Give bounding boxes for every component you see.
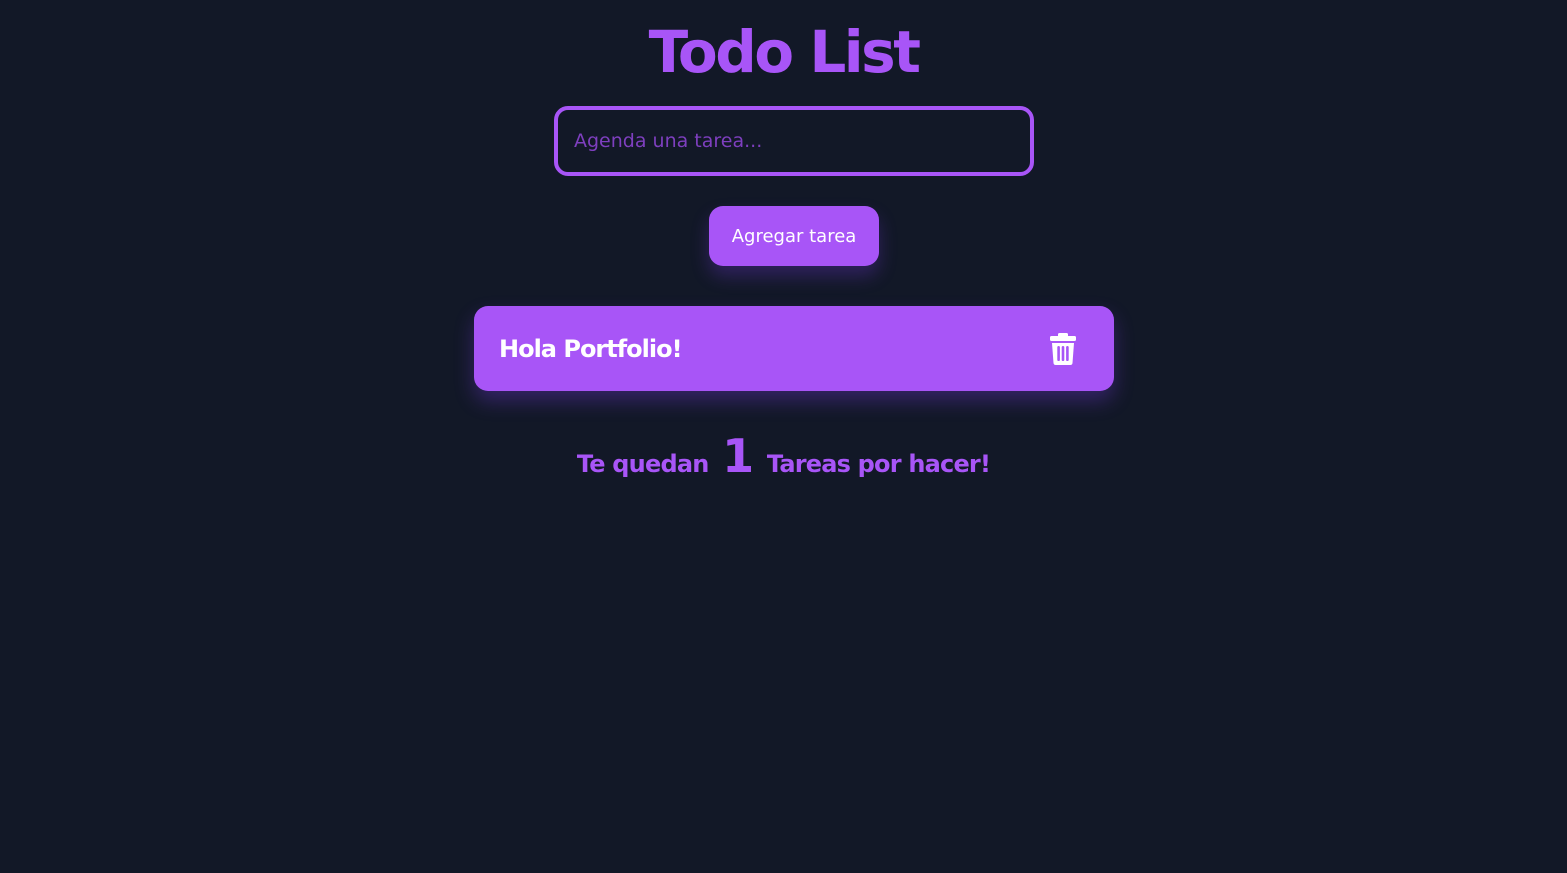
- remaining-tasks-counter: Te quedan 1 Tareas por hacer!: [0, 426, 1567, 494]
- task-input[interactable]: [554, 106, 1034, 176]
- remaining-count: 1: [722, 429, 754, 483]
- remaining-suffix: Tareas por hacer!: [766, 450, 991, 478]
- todo-app: Todo List Agregar tarea Hola Portfolio! …: [0, 0, 1567, 873]
- remaining-prefix: Te quedan: [576, 450, 709, 478]
- trash-icon: [1050, 332, 1076, 365]
- page-title: Todo List: [648, 18, 921, 86]
- delete-task-button[interactable]: [1041, 327, 1085, 371]
- add-task-button[interactable]: Agregar tarea: [709, 206, 879, 266]
- task-text: Hola Portfolio!: [499, 334, 683, 363]
- task-item: Hola Portfolio!: [474, 306, 1114, 391]
- task-list: Hola Portfolio!: [474, 306, 1114, 391]
